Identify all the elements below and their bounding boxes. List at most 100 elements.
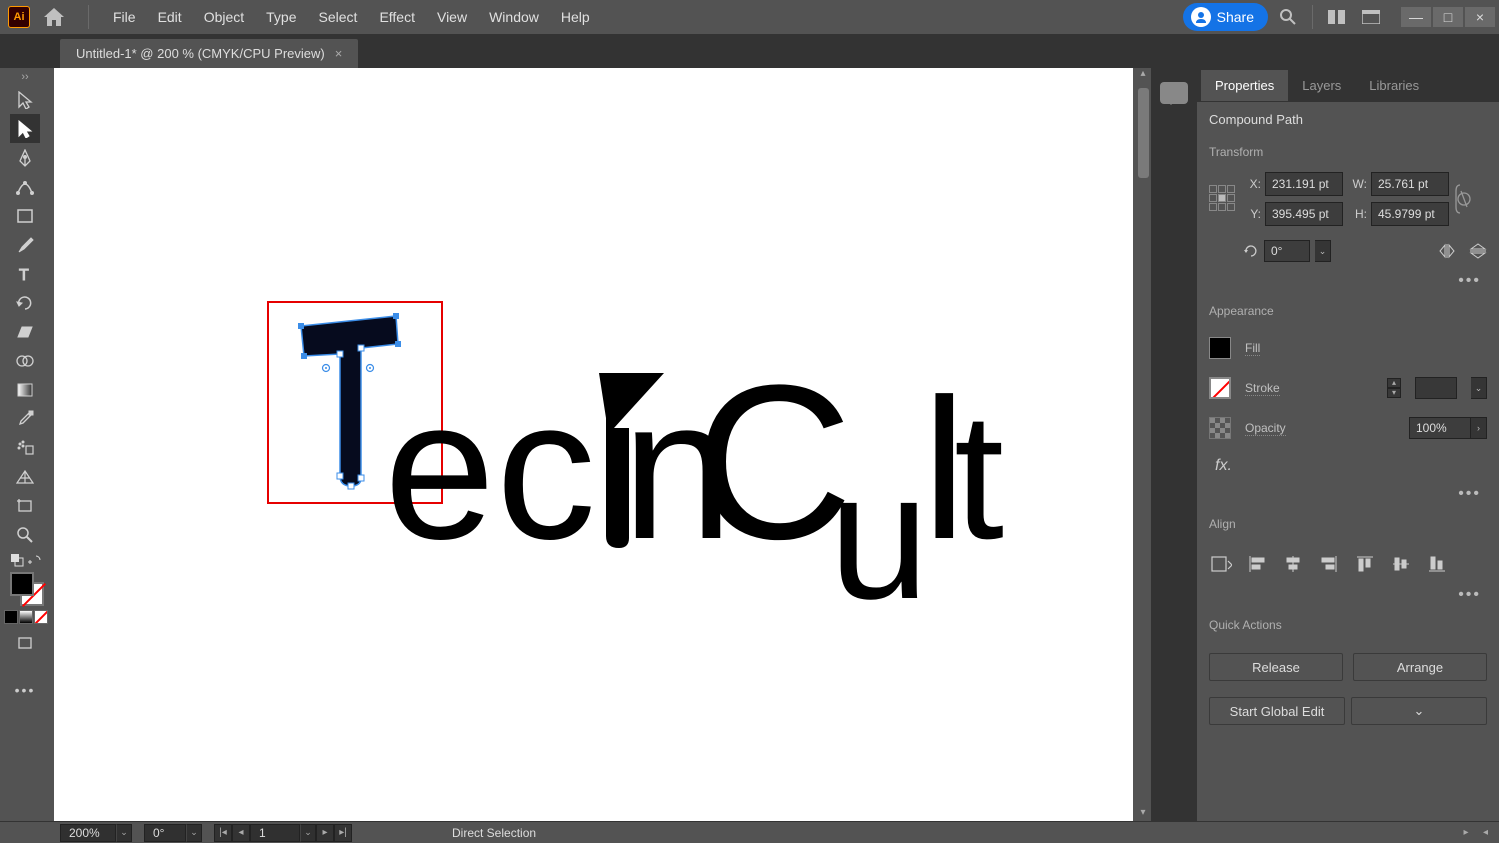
constrain-proportions-icon[interactable] — [1455, 179, 1473, 219]
selection-tool[interactable] — [10, 85, 40, 114]
curvature-tool[interactable] — [10, 172, 40, 201]
fill-stroke-swap-icon[interactable] — [9, 552, 25, 568]
symbol-sprayer-tool[interactable] — [10, 433, 40, 462]
flip-horizontal-icon[interactable] — [1438, 243, 1456, 259]
menu-object[interactable]: Object — [194, 4, 254, 30]
stroke-weight-stepper[interactable]: ▴▾ — [1387, 378, 1401, 398]
menu-select[interactable]: Select — [309, 4, 368, 30]
align-top-icon[interactable] — [1353, 552, 1377, 576]
direct-selection-tool[interactable] — [10, 114, 40, 143]
menu-effect[interactable]: Effect — [369, 4, 425, 30]
menu-window[interactable]: Window — [479, 4, 549, 30]
menu-file[interactable]: File — [103, 4, 146, 30]
tab-libraries[interactable]: Libraries — [1355, 70, 1433, 101]
artboard-dropdown[interactable]: ⌄ — [300, 824, 316, 842]
gradient-tool[interactable] — [10, 375, 40, 404]
eraser-tool[interactable] — [10, 317, 40, 346]
h-input[interactable] — [1371, 202, 1449, 226]
stroke-swatch[interactable] — [1209, 377, 1231, 399]
window-minimize[interactable]: — — [1401, 7, 1431, 27]
perspective-tool[interactable] — [10, 462, 40, 491]
paintbrush-tool[interactable] — [10, 230, 40, 259]
menu-help[interactable]: Help — [551, 4, 600, 30]
align-left-icon[interactable] — [1245, 552, 1269, 576]
fill-swatch[interactable] — [1209, 337, 1231, 359]
global-edit-dropdown[interactable]: ⌄ — [1351, 697, 1487, 725]
default-fill-stroke-icon[interactable] — [26, 552, 42, 568]
start-global-edit-button[interactable]: Start Global Edit — [1209, 697, 1345, 725]
arrange-docs-icon[interactable] — [1323, 3, 1351, 31]
rotate-tool[interactable] — [10, 288, 40, 317]
flip-vertical-icon[interactable] — [1469, 243, 1487, 259]
align-vcenter-icon[interactable] — [1389, 552, 1413, 576]
tools-expand-icon[interactable]: ›› — [21, 71, 28, 83]
transform-more-icon[interactable]: ••• — [1458, 272, 1481, 290]
menu-type[interactable]: Type — [256, 4, 306, 30]
stroke-label[interactable]: Stroke — [1245, 381, 1280, 396]
rotation-preset-dropdown[interactable]: ⌄ — [1315, 240, 1331, 262]
rectangle-tool[interactable] — [10, 201, 40, 230]
tab-properties[interactable]: Properties — [1201, 70, 1288, 101]
artboard-number-field[interactable]: 1 — [250, 824, 300, 842]
workspace-icon[interactable] — [1357, 3, 1385, 31]
tab-layers[interactable]: Layers — [1288, 70, 1355, 101]
document-tab-title: Untitled-1* @ 200 % (CMYK/CPU Preview) — [76, 46, 325, 61]
draw-behind-icon[interactable] — [19, 610, 33, 624]
align-to-selector[interactable] — [1209, 552, 1233, 576]
release-button[interactable]: Release — [1209, 653, 1343, 681]
zoom-field[interactable]: 200% — [60, 824, 116, 842]
share-button[interactable]: Share — [1183, 3, 1268, 31]
zoom-tool[interactable] — [10, 520, 40, 549]
appearance-more-icon[interactable]: ••• — [1458, 485, 1481, 503]
stroke-weight-dropdown[interactable]: ⌄ — [1471, 377, 1487, 399]
prev-artboard-icon[interactable]: ◂ — [232, 824, 250, 842]
screen-mode-icon[interactable] — [10, 628, 40, 657]
pen-tool[interactable] — [10, 143, 40, 172]
opacity-dropdown[interactable]: › — [1471, 417, 1487, 439]
first-artboard-icon[interactable]: |◂ — [214, 824, 232, 842]
stroke-weight-select[interactable] — [1415, 377, 1457, 399]
w-label: W: — [1347, 177, 1367, 191]
opacity-input[interactable] — [1409, 417, 1471, 439]
align-hcenter-icon[interactable] — [1281, 552, 1305, 576]
next-artboard-icon[interactable]: ▸ — [316, 824, 334, 842]
artboard-tool[interactable] — [10, 491, 40, 520]
align-right-icon[interactable] — [1317, 552, 1341, 576]
opacity-label[interactable]: Opacity — [1245, 421, 1286, 436]
draw-inside-icon[interactable] — [34, 610, 48, 624]
menu-edit[interactable]: Edit — [148, 4, 192, 30]
fill-stroke-swatch[interactable] — [10, 572, 44, 606]
rotation-input[interactable] — [1264, 240, 1310, 262]
fill-label[interactable]: Fill — [1245, 341, 1260, 356]
y-input[interactable] — [1265, 202, 1343, 226]
rotation-field[interactable]: 0° — [144, 824, 186, 842]
hscroll-left-icon[interactable]: ◂ — [1483, 827, 1499, 838]
draw-normal-icon[interactable] — [4, 610, 18, 624]
home-icon[interactable] — [38, 1, 70, 33]
close-tab-icon[interactable]: × — [335, 46, 343, 61]
menu-view[interactable]: View — [427, 4, 477, 30]
arrange-button[interactable]: Arrange — [1353, 653, 1487, 681]
window-maximize[interactable]: □ — [1433, 7, 1463, 27]
eyedropper-tool[interactable] — [10, 404, 40, 433]
rotation-dropdown[interactable]: ⌄ — [186, 824, 202, 842]
fx-button[interactable]: fx. — [1215, 457, 1487, 475]
search-icon[interactable] — [1274, 3, 1302, 31]
opacity-swatch[interactable] — [1209, 417, 1231, 439]
last-artboard-icon[interactable]: ▸| — [334, 824, 352, 842]
document-tab[interactable]: Untitled-1* @ 200 % (CMYK/CPU Preview) × — [60, 39, 358, 68]
zoom-dropdown[interactable]: ⌄ — [116, 824, 132, 842]
type-tool[interactable]: T — [10, 259, 40, 288]
artboard[interactable]: e c n C u l t — [54, 68, 1133, 821]
window-close[interactable]: × — [1465, 7, 1495, 27]
vertical-scrollbar[interactable]: ▴ ▾ — [1135, 68, 1151, 821]
shape-builder-tool[interactable] — [10, 346, 40, 375]
reference-point-selector[interactable] — [1209, 185, 1237, 213]
hscroll-right-icon[interactable]: ▸ — [1455, 827, 1477, 838]
comments-icon[interactable] — [1160, 82, 1188, 104]
x-input[interactable] — [1265, 172, 1343, 196]
w-input[interactable] — [1371, 172, 1449, 196]
align-bottom-icon[interactable] — [1425, 552, 1449, 576]
align-more-icon[interactable]: ••• — [1458, 586, 1481, 604]
edit-toolbar-icon[interactable]: ••• — [10, 675, 40, 704]
